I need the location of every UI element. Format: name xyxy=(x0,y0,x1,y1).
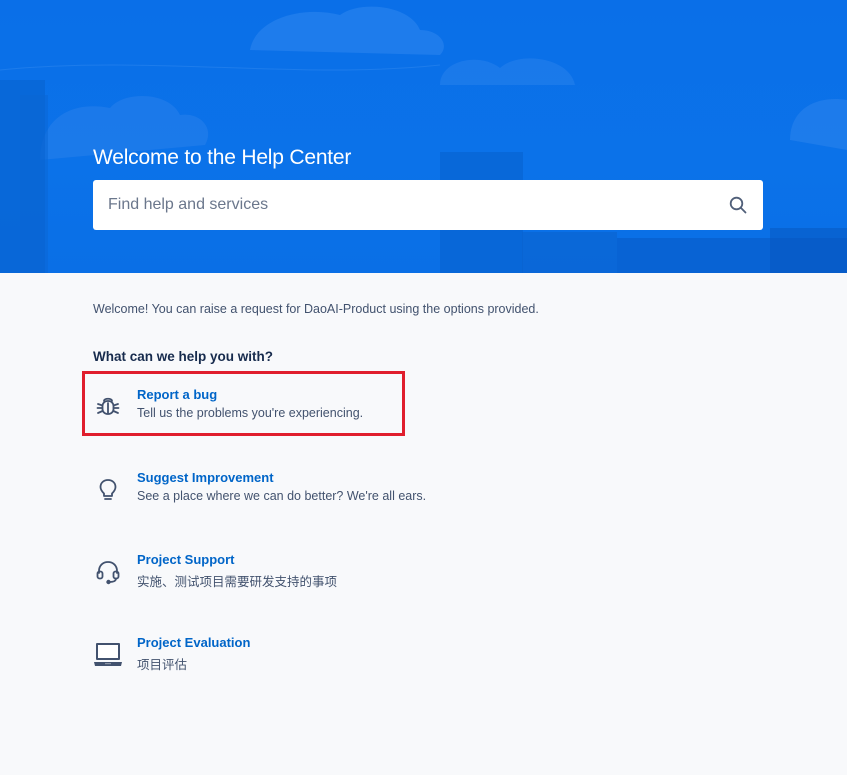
request-type-suggest-improvement[interactable]: Suggest Improvement See a place where we… xyxy=(93,470,533,518)
request-type-description: See a place where we can do better? We'r… xyxy=(137,489,427,503)
hero-banner: Welcome to the Help Center xyxy=(0,0,847,273)
request-type-report-a-bug[interactable]: Report a bug Tell us the problems you're… xyxy=(93,387,533,435)
request-type-project-support[interactable]: Project Support 实施、测试项目需要研发支持的事项 xyxy=(93,552,533,600)
request-type-title[interactable]: Report a bug xyxy=(137,387,217,402)
request-type-title[interactable]: Suggest Improvement xyxy=(137,470,274,485)
page-title: Welcome to the Help Center xyxy=(93,146,352,169)
hero-decoration xyxy=(0,6,847,273)
request-type-description: Tell us the problems you're experiencing… xyxy=(137,406,364,420)
request-type-title[interactable]: Project Support xyxy=(137,552,235,567)
request-type-title[interactable]: Project Evaluation xyxy=(137,635,250,650)
search-box[interactable] xyxy=(93,180,763,230)
request-type-description: 项目评估 xyxy=(137,658,188,672)
section-heading: What can we help you with? xyxy=(93,349,274,364)
request-type-description: 实施、测试项目需要研发支持的事项 xyxy=(137,575,338,589)
intro-text: Welcome! You can raise a request for Dao… xyxy=(93,302,539,316)
headset-icon xyxy=(96,561,120,585)
laptop-icon xyxy=(94,643,122,666)
request-type-project-evaluation[interactable]: Project Evaluation 项目评估 xyxy=(93,635,533,683)
bug-icon xyxy=(96,397,120,415)
lightbulb-icon xyxy=(99,479,117,500)
search-input[interactable] xyxy=(93,180,713,230)
search-icon[interactable] xyxy=(729,196,747,214)
